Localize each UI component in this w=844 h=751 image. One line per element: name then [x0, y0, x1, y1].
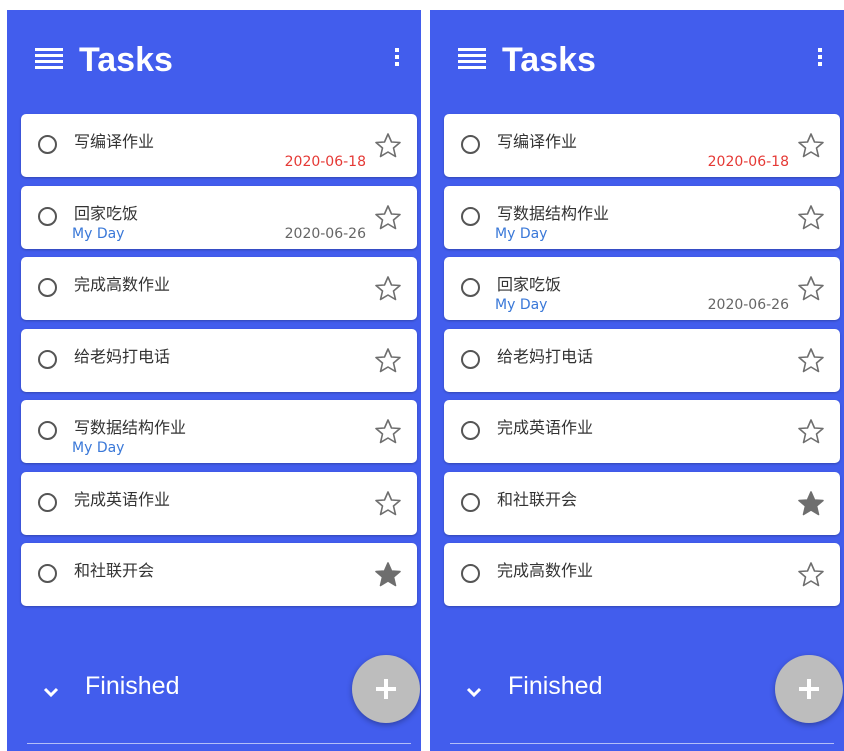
star-outline-icon[interactable] — [796, 346, 826, 376]
task-title: 完成英语作业 — [74, 489, 171, 509]
complete-checkbox[interactable] — [461, 349, 480, 369]
star-outline-icon[interactable] — [373, 417, 403, 447]
plus-icon — [799, 679, 819, 699]
finished-label: Finished — [508, 672, 603, 700]
task-title: 写编译作业 — [74, 132, 155, 151]
complete-checkbox[interactable] — [461, 492, 480, 512]
page-title: Tasks — [79, 41, 173, 79]
task-title: 和社联开会 — [74, 561, 155, 580]
task-title: 完成高数作业 — [74, 275, 171, 294]
myday-label: My Day — [495, 225, 548, 242]
complete-checkbox[interactable] — [461, 206, 480, 226]
task-title: 回家吃饭 — [497, 275, 562, 294]
divider — [27, 743, 411, 744]
chevron-down-icon — [43, 687, 59, 698]
finished-label: Finished — [85, 672, 180, 700]
complete-checkbox[interactable] — [38, 206, 57, 226]
complete-checkbox[interactable] — [38, 492, 57, 512]
task-item[interactable]: 写数据结构作业 My Day — [444, 185, 840, 249]
app-header: Tasks — [7, 10, 421, 110]
hamburger-icon[interactable] — [35, 48, 63, 72]
task-title: 写数据结构作业 — [497, 203, 610, 223]
task-title: 完成英语作业 — [497, 418, 594, 437]
star-outline-icon[interactable] — [373, 203, 403, 233]
task-item[interactable]: 给老妈打电话 — [444, 328, 840, 392]
due-date: 2020-06-26 — [284, 225, 366, 242]
complete-checkbox[interactable] — [38, 421, 57, 440]
star-outline-icon[interactable] — [796, 131, 826, 161]
task-item[interactable]: 完成英语作业 — [444, 400, 840, 463]
star-outline-icon[interactable] — [796, 203, 826, 233]
task-title: 写数据结构作业 — [74, 418, 187, 437]
task-title: 给老妈打电话 — [74, 346, 171, 366]
complete-checkbox[interactable] — [461, 564, 480, 583]
task-title: 回家吃饭 — [74, 203, 139, 223]
complete-checkbox[interactable] — [38, 349, 57, 369]
myday-label: My Day — [72, 440, 125, 456]
star-outline-icon[interactable] — [373, 489, 403, 519]
more-vert-icon[interactable] — [395, 48, 399, 70]
hamburger-icon[interactable] — [458, 48, 486, 72]
myday-label: My Day — [495, 297, 548, 313]
star-outline-icon[interactable] — [796, 417, 826, 447]
due-date: 2020-06-26 — [707, 297, 789, 313]
task-title: 写编译作业 — [497, 132, 578, 151]
task-item[interactable]: 完成高数作业 — [21, 257, 417, 320]
task-item[interactable]: 和社联开会 — [21, 543, 417, 606]
complete-checkbox[interactable] — [38, 278, 57, 297]
star-filled-icon[interactable] — [373, 560, 403, 590]
task-title: 完成高数作业 — [497, 561, 594, 580]
star-outline-icon[interactable] — [796, 274, 826, 304]
task-title: 给老妈打电话 — [497, 346, 594, 366]
star-filled-icon[interactable] — [796, 489, 826, 519]
complete-checkbox[interactable] — [461, 421, 480, 440]
task-item[interactable]: 完成英语作业 — [21, 471, 417, 535]
task-item[interactable]: 写编译作业 2020-06-18 — [21, 114, 417, 177]
task-panel-left: Tasks 写编译作业 2020-06-18 回家吃饭 My Day 2020-06-2… — [7, 10, 421, 751]
plus-icon — [376, 679, 396, 699]
star-outline-icon[interactable] — [796, 560, 826, 590]
divider — [450, 743, 834, 744]
chevron-down-icon — [466, 687, 482, 698]
task-item[interactable]: 给老妈打电话 — [21, 328, 417, 392]
task-item[interactable]: 写数据结构作业 My Day — [21, 400, 417, 463]
more-vert-icon[interactable] — [818, 48, 822, 70]
task-item[interactable]: 回家吃饭 My Day 2020-06-26 — [21, 185, 417, 249]
add-task-button[interactable] — [775, 655, 843, 723]
complete-checkbox[interactable] — [461, 135, 480, 154]
task-item[interactable]: 完成高数作业 — [444, 543, 840, 606]
task-item[interactable]: 回家吃饭 My Day 2020-06-26 — [444, 257, 840, 320]
star-outline-icon[interactable] — [373, 131, 403, 161]
task-item[interactable]: 和社联开会 — [444, 471, 840, 535]
task-item[interactable]: 写编译作业 2020-06-18 — [444, 114, 840, 177]
myday-label: My Day — [72, 225, 125, 242]
complete-checkbox[interactable] — [38, 135, 57, 154]
due-date: 2020-06-18 — [284, 154, 366, 170]
page-title: Tasks — [502, 41, 596, 79]
star-outline-icon[interactable] — [373, 346, 403, 376]
task-title: 和社联开会 — [497, 489, 578, 509]
due-date: 2020-06-18 — [707, 154, 789, 170]
complete-checkbox[interactable] — [38, 564, 57, 583]
complete-checkbox[interactable] — [461, 278, 480, 297]
app-header: Tasks — [430, 10, 844, 110]
add-task-button[interactable] — [352, 655, 420, 723]
task-panel-right: Tasks 写编译作业 2020-06-18 写数据结构作业 My Day 回家吃饭 My… — [430, 10, 844, 751]
star-outline-icon[interactable] — [373, 274, 403, 304]
